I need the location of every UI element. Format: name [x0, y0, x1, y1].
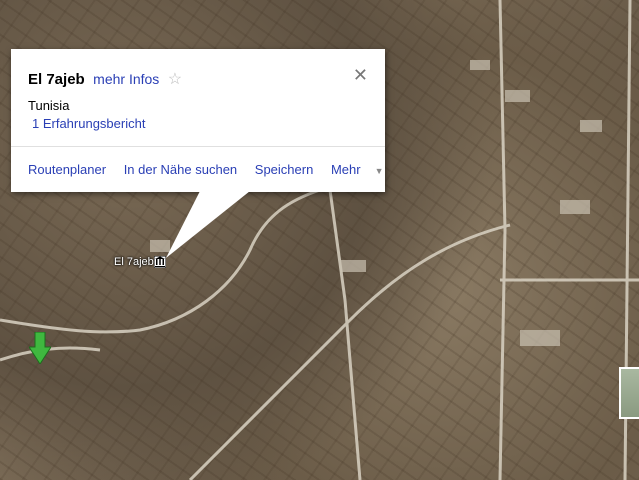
building [560, 200, 590, 214]
building [520, 330, 560, 346]
road [498, 0, 507, 480]
action-bar: Routenplaner In der Nähe suchen Speicher… [28, 162, 412, 177]
more-label: Mehr [330, 162, 361, 177]
building [470, 60, 490, 70]
streetview-thumbnail[interactable] [619, 367, 639, 419]
info-window: El 7ajeb mehr Infos ☆ ✕ Tunisia 1 Erfahr… [11, 49, 385, 192]
museum-icon[interactable] [153, 255, 167, 273]
more-dropdown[interactable]: Mehr ▼ [331, 162, 398, 177]
building [340, 260, 366, 272]
star-icon[interactable]: ☆ [168, 71, 182, 88]
reviews-link[interactable]: 1 Erfahrungsbericht [32, 116, 145, 131]
chevron-down-icon: ▼ [374, 166, 384, 176]
info-window-title-row: El 7ajeb mehr Infos ☆ [28, 69, 182, 89]
building [505, 90, 530, 102]
search-nearby-link[interactable]: In der Nähe suchen [124, 162, 237, 177]
route-planner-link[interactable]: Routenplaner [28, 162, 106, 177]
green-arrow-icon[interactable] [28, 331, 52, 369]
close-icon[interactable]: ✕ [353, 65, 368, 86]
divider [11, 146, 385, 147]
building [580, 120, 602, 132]
place-name: El 7ajeb [28, 71, 85, 88]
country-text: Tunisia [28, 98, 70, 113]
more-info-link[interactable]: mehr Infos [93, 71, 159, 87]
marker-label[interactable]: El 7ajeb [114, 256, 154, 268]
save-link[interactable]: Speichern [255, 162, 314, 177]
building [150, 240, 170, 252]
